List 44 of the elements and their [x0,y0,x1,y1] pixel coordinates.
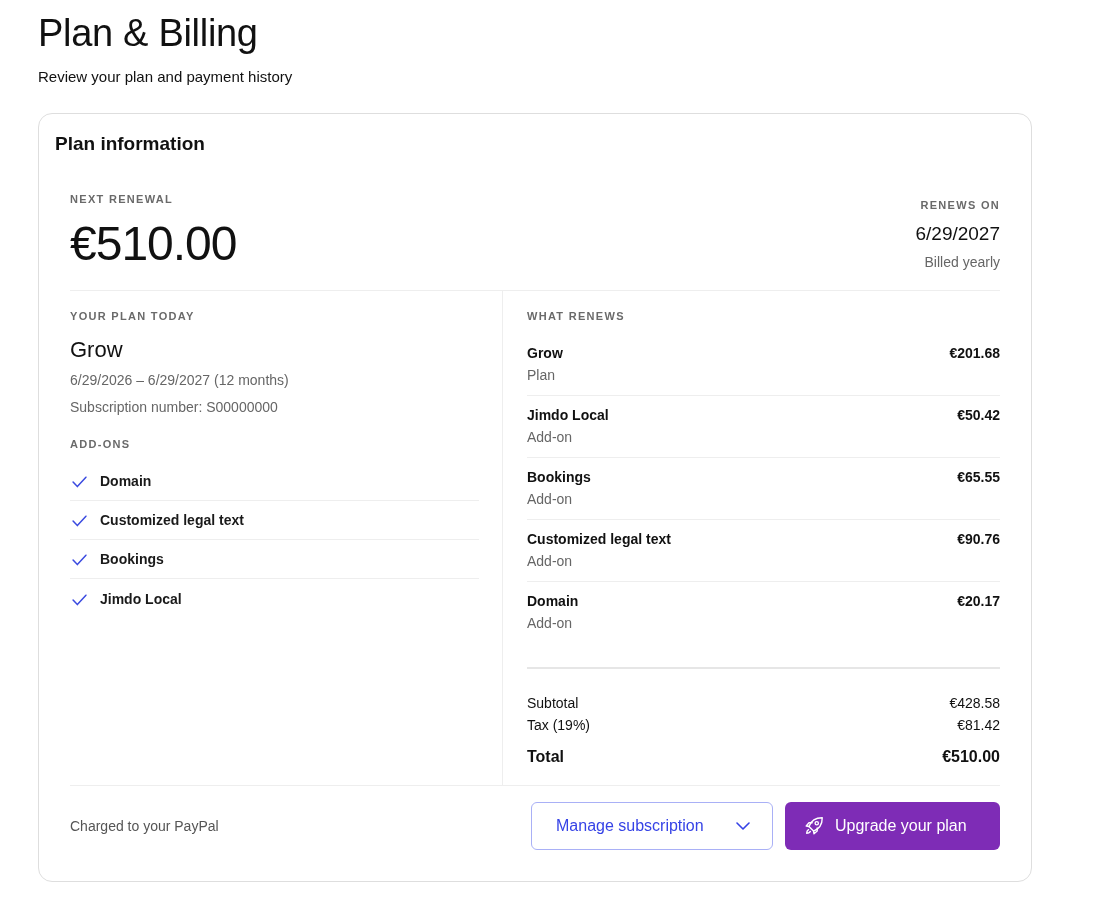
item-price: €65.55 [957,468,1000,487]
addon-name: Domain [100,473,152,489]
item-name: Bookings [527,468,591,487]
item-type: Add-on [527,490,574,509]
renewal-date: 6/29/2027 [915,222,1000,246]
page-subtitle: Review your plan and payment history [38,67,294,87]
renewal-amount: €510.00 [70,216,237,272]
plan-name: Grow [70,336,124,364]
total-label: Subtotal [527,694,579,713]
item-price: €90.76 [957,530,1000,549]
item-name: Customized legal text [527,530,671,549]
upgrade-plan-button[interactable]: Upgrade your plan [785,802,1000,850]
item-type: Plan [527,366,557,385]
item-price: €20.17 [957,592,1000,611]
item-type: Add-on [527,552,574,571]
plan-period: 6/29/2026 – 6/29/2027 (12 months) [70,371,290,390]
addon-name: Jimdo Local [100,590,182,607]
section-label: YOUR PLAN TODAY [70,309,196,324]
item-name: Domain [527,592,579,611]
item-type: Add-on [527,428,574,447]
section-label: NEXT RENEWAL [70,192,174,207]
item-type: Add-on [527,614,574,633]
section-label: ADD-ONS [70,437,132,452]
total-amount: €510.00 [942,747,1000,767]
payment-note: Charged to your PayPal [70,818,219,834]
rocket-icon [803,815,825,837]
total-label: Total [527,747,565,767]
addon-name: Customized legal text [100,512,244,528]
total-amount: €428.58 [949,694,1000,713]
item-name: Jimdo Local [527,406,609,425]
section-label: WHAT RENEWS [527,309,626,324]
total-amount: €81.42 [957,716,1000,735]
subscription-number: Subscription number: S00000000 [70,398,279,417]
section-label: RENEWS ON [919,198,1000,213]
total-label: Tax (19%) [527,716,591,735]
addon-name: Bookings [100,551,164,567]
billing-cycle: Billed yearly [923,253,1000,272]
manage-subscription-button[interactable]: Manage subscription [531,802,773,850]
card-title: Plan information [55,132,206,156]
page-title: Plan & Billing [38,11,259,56]
item-price: €50.42 [957,406,1000,425]
chevron-down-icon [736,822,750,830]
item-price: €201.68 [949,344,1000,363]
item-name: Grow [527,344,563,363]
